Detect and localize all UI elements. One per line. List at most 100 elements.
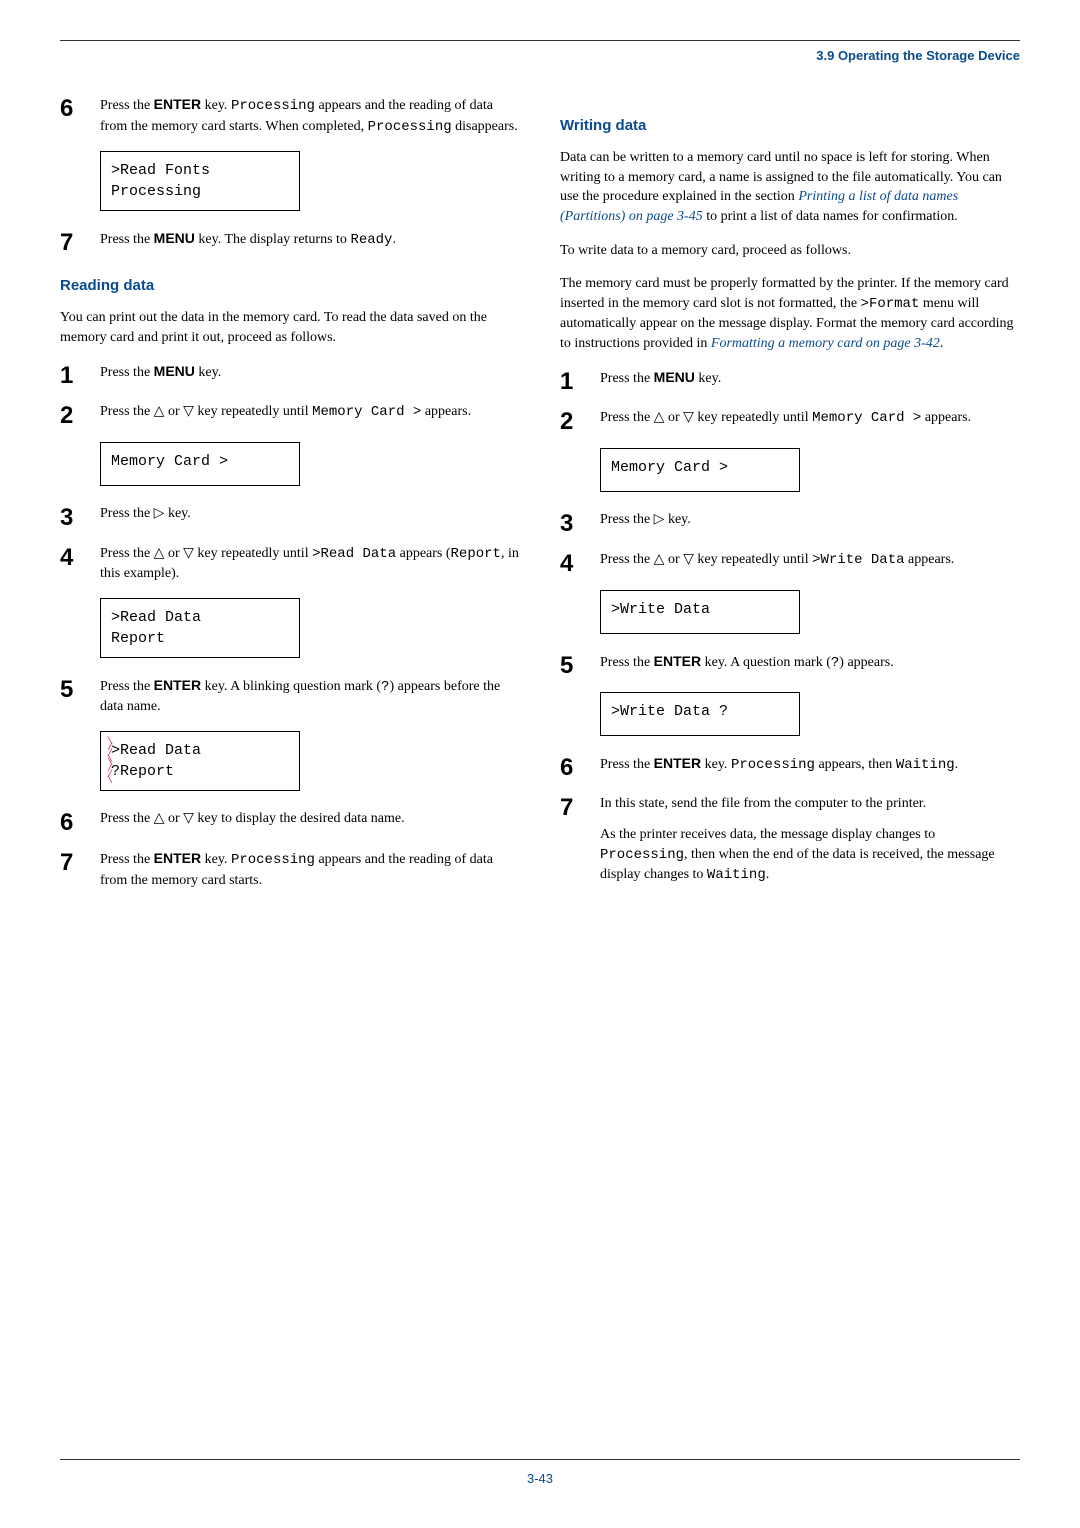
step-body: Press the or key to display the desired …	[100, 809, 520, 829]
display-line2: \ // \?Report	[111, 761, 289, 782]
reading-step-7: 7 Press the ENTER key. Processing appear…	[60, 849, 520, 890]
down-arrow-icon	[183, 811, 194, 826]
header-rule	[60, 40, 1020, 41]
down-arrow-icon	[683, 410, 694, 425]
period: .	[940, 336, 944, 351]
writing-intro-3: The memory card must be properly formatt…	[560, 274, 1020, 353]
step7-text: In this state, send the file from the co…	[600, 794, 1020, 814]
lcd-display-read-fonts: >Read Fonts Processing	[100, 151, 300, 211]
display-line: Memory Card >	[111, 451, 289, 472]
right-arrow-icon	[654, 512, 665, 527]
reading-step-3: 3 Press the key.	[60, 504, 520, 530]
writing-intro-1: Data can be written to a memory card unt…	[560, 148, 1020, 226]
right-column: Writing data Data can be written to a me…	[560, 95, 1020, 904]
step-body: Press the ENTER key. A question mark (?)…	[600, 652, 1020, 674]
writing-step-2: 2 Press the or key repeatedly until Memo…	[560, 408, 1020, 434]
step-7-top: 7 Press the MENU key. The display return…	[60, 229, 520, 255]
memory-card-text: Memory Card >	[312, 404, 421, 420]
processing-text: Processing	[231, 852, 315, 868]
step-number-6: 6	[560, 754, 600, 780]
menu-key-label: MENU	[654, 369, 695, 385]
step-number-6: 6	[60, 809, 100, 835]
format-text: >Format	[861, 296, 920, 312]
down-arrow-icon	[183, 546, 194, 561]
step-6-top: 6 Press the ENTER key. Processing appear…	[60, 95, 520, 137]
page-number: 3-43	[527, 1471, 553, 1486]
step-body: Press the MENU key.	[100, 362, 520, 383]
step7-text-b: As the printer receives data, the messag…	[600, 825, 1020, 886]
writing-data-heading: Writing data	[560, 115, 1020, 136]
step-number-1: 1	[560, 368, 600, 394]
step-number-5: 5	[560, 652, 600, 678]
down-arrow-icon	[183, 404, 194, 419]
display-line: Memory Card >	[611, 457, 789, 478]
waiting-text: Waiting	[707, 867, 766, 883]
enter-key-label: ENTER	[654, 653, 701, 669]
menu-key-label: MENU	[154, 230, 195, 246]
qmark-text: ?	[831, 655, 839, 671]
writing-intro-2: To write data to a memory card, proceed …	[560, 241, 1020, 261]
step-body: Press the ENTER key. Processing appears,…	[600, 754, 1020, 776]
step-number-6: 6	[60, 95, 100, 121]
writing-step-1: 1 Press the MENU key.	[560, 368, 1020, 394]
report-text: Report	[451, 546, 501, 562]
right-arrow-icon	[154, 506, 165, 521]
step-body: Press the key.	[600, 510, 1020, 530]
reading-intro: You can print out the data in the memory…	[60, 308, 520, 347]
up-arrow-icon	[154, 546, 165, 561]
writing-step-5: 5 Press the ENTER key. A question mark (…	[560, 652, 1020, 678]
display-line2: Report	[111, 628, 289, 649]
lcd-display-read-data-blink: \ // \>Read Data \ // \?Report	[100, 731, 300, 791]
enter-key-label: ENTER	[154, 677, 201, 693]
processing-text: Processing	[231, 98, 315, 114]
step-number-7: 7	[60, 849, 100, 875]
menu-key-label: MENU	[154, 363, 195, 379]
step-body: In this state, send the file from the co…	[600, 794, 1020, 886]
step-body: Press the or key repeatedly until >Read …	[100, 544, 520, 584]
display-line: >Write Data ?	[611, 701, 789, 722]
up-arrow-icon	[654, 410, 665, 425]
lcd-display-write-data: >Write Data	[600, 590, 800, 634]
section-header: 3.9 Operating the Storage Device	[60, 47, 1020, 65]
step-body: Press the or key repeatedly until >Write…	[600, 550, 1020, 571]
step-body: Press the ENTER key. Processing appears …	[100, 849, 520, 890]
down-arrow-icon	[683, 552, 694, 567]
page-footer: 3-43	[60, 1459, 1020, 1488]
content-columns: 6 Press the ENTER key. Processing appear…	[60, 95, 1020, 904]
enter-key-label: ENTER	[154, 850, 201, 866]
step-body: Press the MENU key. The display returns …	[100, 229, 520, 251]
step-number-4: 4	[60, 544, 100, 570]
step-number-3: 3	[560, 510, 600, 536]
step-number-5: 5	[60, 676, 100, 702]
reading-step-4: 4 Press the or key repeatedly until >Rea…	[60, 544, 520, 584]
ready-text: Ready	[350, 232, 392, 248]
qmark-text: ?	[381, 679, 389, 695]
reading-step-5: 5 Press the ENTER key. A blinking questi…	[60, 676, 520, 717]
step-body: Press the ENTER key. Processing appears …	[100, 95, 520, 137]
display-line1: >Read Data	[111, 607, 289, 628]
display-line1: \ // \>Read Data	[111, 740, 289, 761]
lcd-display-read-data: >Read Data Report	[100, 598, 300, 658]
processing-text: Processing	[600, 847, 684, 863]
blink-indicator-icon: \ // \	[107, 761, 120, 785]
memory-card-text: Memory Card >	[812, 410, 921, 426]
step-number-4: 4	[560, 550, 600, 576]
display-line2: Processing	[111, 181, 289, 202]
step-number-2: 2	[60, 402, 100, 428]
reading-step-6: 6 Press the or key to display the desire…	[60, 809, 520, 835]
step-body: Press the ENTER key. A blinking question…	[100, 676, 520, 717]
step-body: Press the or key repeatedly until Memory…	[600, 408, 1020, 429]
intro-text-b: to print a list of data names for confir…	[703, 209, 958, 224]
up-arrow-icon	[154, 404, 165, 419]
reading-step-2: 2 Press the or key repeatedly until Memo…	[60, 402, 520, 428]
formatting-link[interactable]: Formatting a memory card on page 3-42	[711, 336, 940, 351]
enter-key-label: ENTER	[654, 755, 701, 771]
writing-step-3: 3 Press the key.	[560, 510, 1020, 536]
read-data-text: >Read Data	[312, 546, 396, 562]
writing-step-6: 6 Press the ENTER key. Processing appear…	[560, 754, 1020, 780]
display-line1: >Read Fonts	[111, 160, 289, 181]
lcd-display-memory-card: Memory Card >	[100, 442, 300, 486]
step-body: Press the key.	[100, 504, 520, 524]
up-arrow-icon	[154, 811, 165, 826]
step-number-2: 2	[560, 408, 600, 434]
